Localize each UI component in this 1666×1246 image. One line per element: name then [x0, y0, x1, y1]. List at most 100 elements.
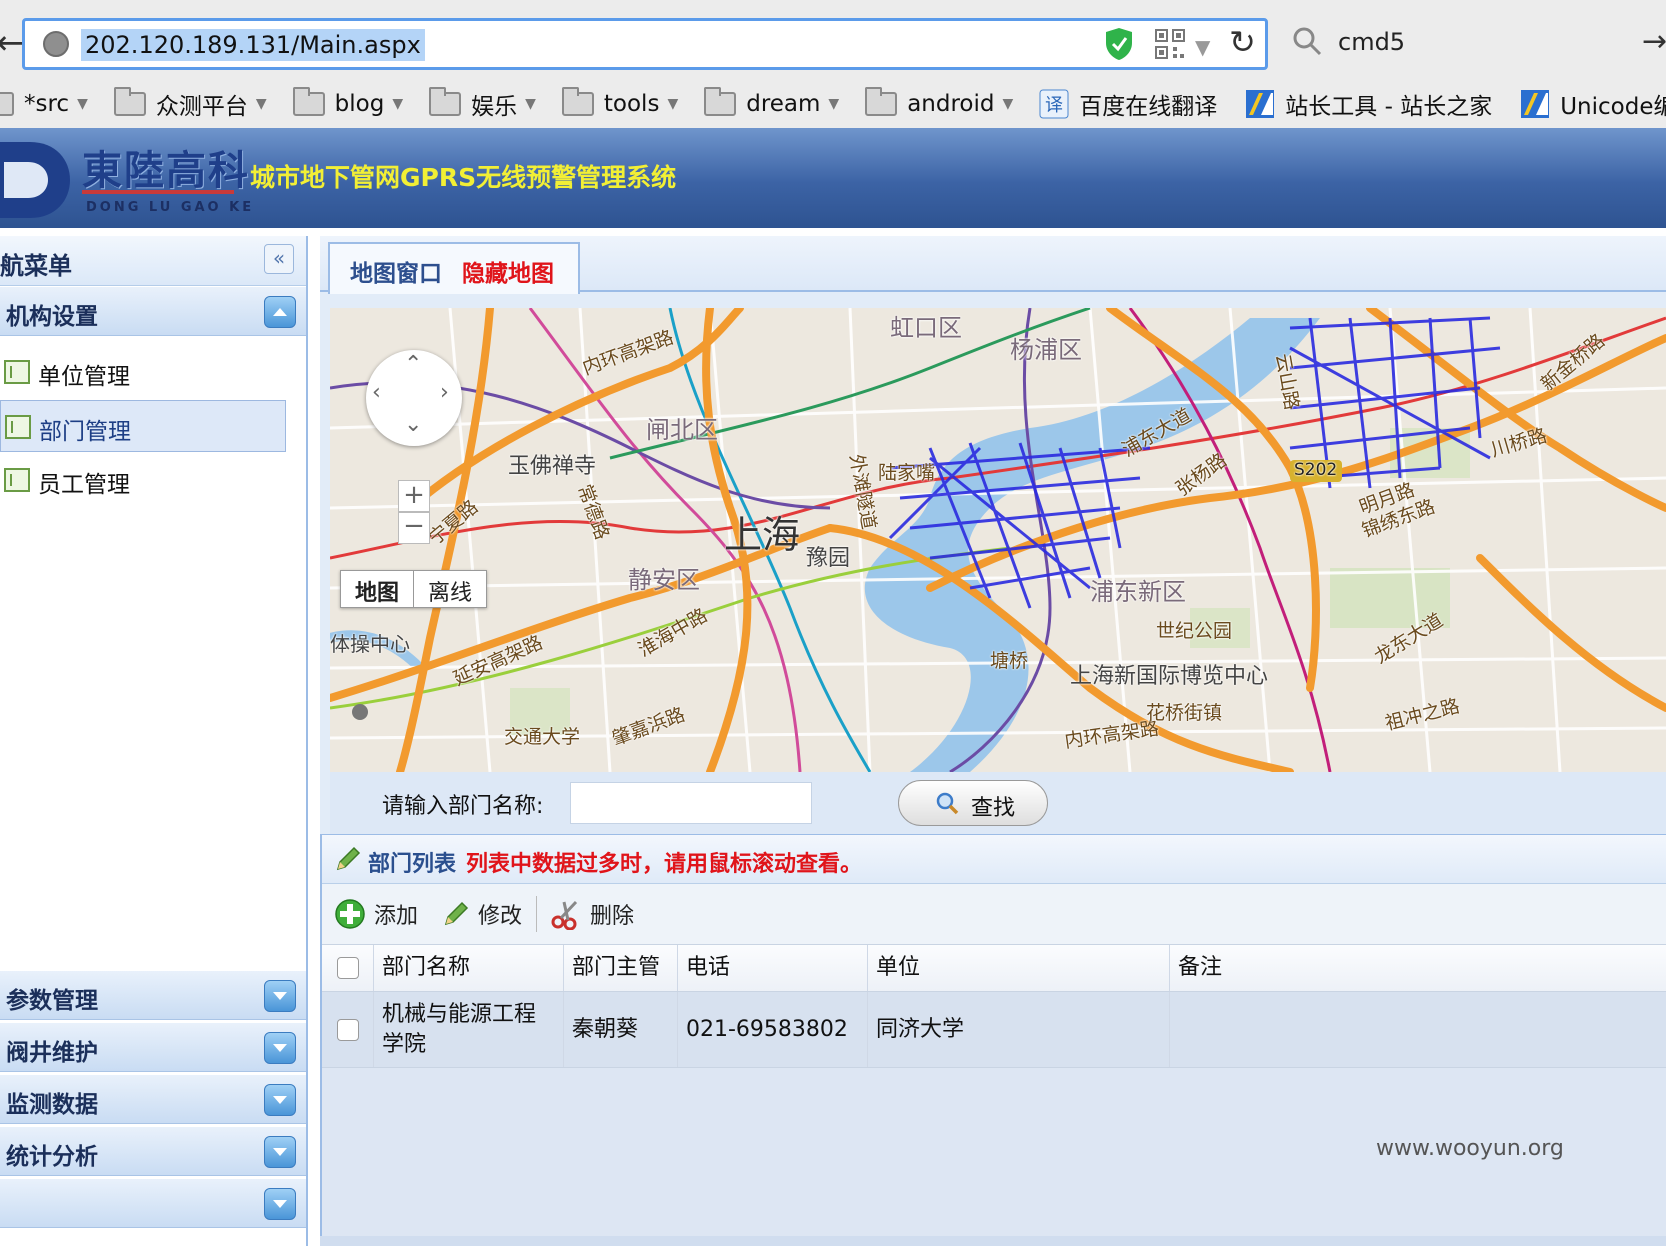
- pan-left-icon[interactable]: ‹: [372, 380, 381, 405]
- chevron-down-icon[interactable]: [264, 980, 296, 1012]
- pencil-icon: [444, 901, 469, 926]
- dropdown-triangle-icon[interactable]: ▼: [1195, 35, 1210, 59]
- column-header-remark[interactable]: 备注: [1170, 945, 1666, 991]
- section-org-settings[interactable]: 机构设置: [0, 286, 306, 336]
- section-more[interactable]: [0, 1178, 306, 1228]
- chevron-down-icon[interactable]: [264, 1188, 296, 1220]
- dept-name-label: 请输入部门名称:: [382, 794, 544, 819]
- map-label: 玉佛禅寺: [508, 454, 597, 479]
- pager-bar: [320, 1236, 1666, 1246]
- pan-right-icon[interactable]: ›: [440, 380, 449, 405]
- bookmark-chinaz[interactable]: 站长工具 - 站长之家: [1245, 84, 1492, 124]
- dept-name-input[interactable]: [570, 782, 812, 824]
- browser-search-bar[interactable]: cmd5 →: [1282, 18, 1666, 70]
- sidebar-title: 航菜单: [0, 252, 72, 280]
- sidebar-item-unit-management[interactable]: 单位管理: [0, 346, 286, 398]
- cell-unit: 同济大学: [868, 992, 1170, 1067]
- map-label: 上海新国际博览中心: [1070, 664, 1269, 689]
- sidebar-item-staff-management[interactable]: 员工管理: [0, 454, 286, 506]
- search-query[interactable]: cmd5: [1338, 28, 1405, 56]
- zoom-in-button[interactable]: +: [398, 480, 430, 512]
- chinaz-icon: [1521, 90, 1550, 118]
- logo-text: 東陸高科: [82, 147, 250, 194]
- qr-code-icon[interactable]: [1155, 29, 1185, 59]
- map-type-switch[interactable]: 地图 离线: [340, 570, 488, 608]
- pan-up-icon[interactable]: ⌃: [404, 352, 422, 377]
- toolbar-divider: [536, 896, 537, 932]
- row-checkbox[interactable]: [336, 1018, 359, 1041]
- map-pan-control[interactable]: ⌃ ⌄ ‹ ›: [366, 350, 462, 446]
- find-button[interactable]: 查找: [898, 780, 1048, 826]
- map-view[interactable]: 杨浦区 虹口区 闸北区 静安区 浦东新区 上海 豫园 玉佛禅寺 上海新国际博览中…: [330, 308, 1666, 772]
- zoom-out-button[interactable]: −: [398, 512, 430, 544]
- bookmark-yule[interactable]: 娱乐 ▼: [429, 84, 536, 124]
- map-label: 体操中心: [330, 632, 410, 656]
- bookmarks-bar: *src ▼ 众测平台 ▼ blog ▼ 娱乐 ▼ tools ▼ dream ▼ andr…: [0, 80, 1666, 128]
- chevron-up-icon[interactable]: [264, 296, 296, 328]
- section-label: 机构设置: [6, 304, 98, 330]
- chinaz-icon: [1246, 90, 1275, 118]
- section-param-management[interactable]: 参数管理: [0, 970, 306, 1020]
- section-label: 统计分析: [6, 1144, 98, 1170]
- map-label: 静安区: [628, 566, 700, 594]
- sidebar-item-dept-management[interactable]: 部门管理: [0, 400, 286, 452]
- section-monitor-data[interactable]: 监测数据: [0, 1074, 306, 1124]
- column-header-unit[interactable]: 单位: [868, 945, 1170, 991]
- select-all-checkbox[interactable]: [336, 957, 359, 979]
- table-icon: [4, 468, 30, 492]
- bookmark-unicode[interactable]: Unicode编: [1520, 84, 1666, 124]
- folder-icon: [865, 87, 898, 116]
- globe-icon: [43, 31, 69, 57]
- system-title: 城市地下管网GPRS无线预警管理系统: [250, 163, 677, 192]
- folder-icon: [561, 87, 594, 116]
- tab-label: 地图窗口: [350, 261, 442, 287]
- chevron-down-icon[interactable]: [264, 1084, 296, 1116]
- map-type-offline-button[interactable]: 离线: [414, 571, 486, 607]
- go-arrow-icon[interactable]: →: [1642, 24, 1666, 59]
- map-label: 闸北区: [646, 416, 718, 444]
- edit-button[interactable]: 修改: [442, 894, 522, 934]
- bookmark-baidu-translate[interactable]: 译 百度在线翻译: [1039, 84, 1217, 124]
- section-label: 阀井维护: [6, 1040, 98, 1066]
- column-header-manager[interactable]: 部门主管: [564, 945, 678, 991]
- dept-list-panel: 部门列表 列表中数据过多时，请用鼠标滚动查看。 添加 修改 删除 部门名称 部门…: [320, 834, 1666, 1246]
- map-type-map-button[interactable]: 地图: [341, 571, 415, 607]
- tab-map-window[interactable]: 地图窗口 隐藏地图: [328, 242, 580, 294]
- map-label: 塘桥: [990, 650, 1029, 672]
- list-header: 部门列表 列表中数据过多时，请用鼠标滚动查看。: [322, 834, 1666, 884]
- delete-button[interactable]: 删除: [550, 894, 634, 934]
- watermark: www.wooyun.org: [1376, 1136, 1564, 1161]
- map-label: 豫园: [806, 546, 851, 571]
- sidebar-item-label: 单位管理: [38, 364, 130, 390]
- bookmark-android[interactable]: android ▼: [865, 84, 1013, 124]
- map-label: S202: [1294, 460, 1338, 480]
- pan-down-icon[interactable]: ⌄: [404, 412, 422, 437]
- bookmark-src[interactable]: *src ▼: [0, 84, 88, 124]
- address-bar[interactable]: 202.120.189.131/Main.aspx ▼ ↻: [22, 18, 1268, 70]
- table-icon: [5, 415, 31, 439]
- main-content: 地图窗口 隐藏地图 杨浦区 虹口区 闸北区 静安区 浦东新区 上海 豫园 玉佛禅…: [320, 236, 1666, 1246]
- sidebar-item-label: 部门管理: [39, 419, 131, 445]
- shield-icon[interactable]: [1105, 27, 1133, 61]
- chevron-down-icon[interactable]: [264, 1032, 296, 1064]
- column-header-phone[interactable]: 电话: [678, 945, 868, 991]
- collapse-sidebar-button[interactable]: «: [264, 244, 294, 274]
- bookmark-blog[interactable]: blog ▼: [292, 84, 403, 124]
- url-text[interactable]: 202.120.189.131/Main.aspx: [81, 29, 425, 61]
- add-button[interactable]: 添加: [334, 894, 418, 934]
- hide-map-link[interactable]: 隐藏地图: [462, 254, 554, 288]
- section-statistics[interactable]: 统计分析: [0, 1126, 306, 1176]
- search-icon: [1293, 27, 1322, 56]
- column-header-dept-name[interactable]: 部门名称: [374, 945, 564, 991]
- bookmark-tools[interactable]: tools ▼: [561, 84, 678, 124]
- section-valve-maintenance[interactable]: 阀井维护: [0, 1022, 306, 1072]
- bookmark-dream[interactable]: dream ▼: [704, 84, 839, 124]
- logo-underline: [82, 190, 234, 194]
- app-header: 東陸高科 DONG LU GAO KE 城市地下管网GPRS无线预警管理系统: [0, 128, 1666, 228]
- table-row[interactable]: 机械与能源工程学院 秦朝葵 021-69583802 同济大学: [322, 992, 1666, 1068]
- map-label: 杨浦区: [1010, 336, 1082, 364]
- reload-icon[interactable]: ↻: [1229, 23, 1256, 61]
- sidebar-item-label: 员工管理: [38, 472, 130, 498]
- chevron-down-icon[interactable]: [264, 1136, 296, 1168]
- bookmark-zhongce[interactable]: 众测平台 ▼: [113, 84, 267, 124]
